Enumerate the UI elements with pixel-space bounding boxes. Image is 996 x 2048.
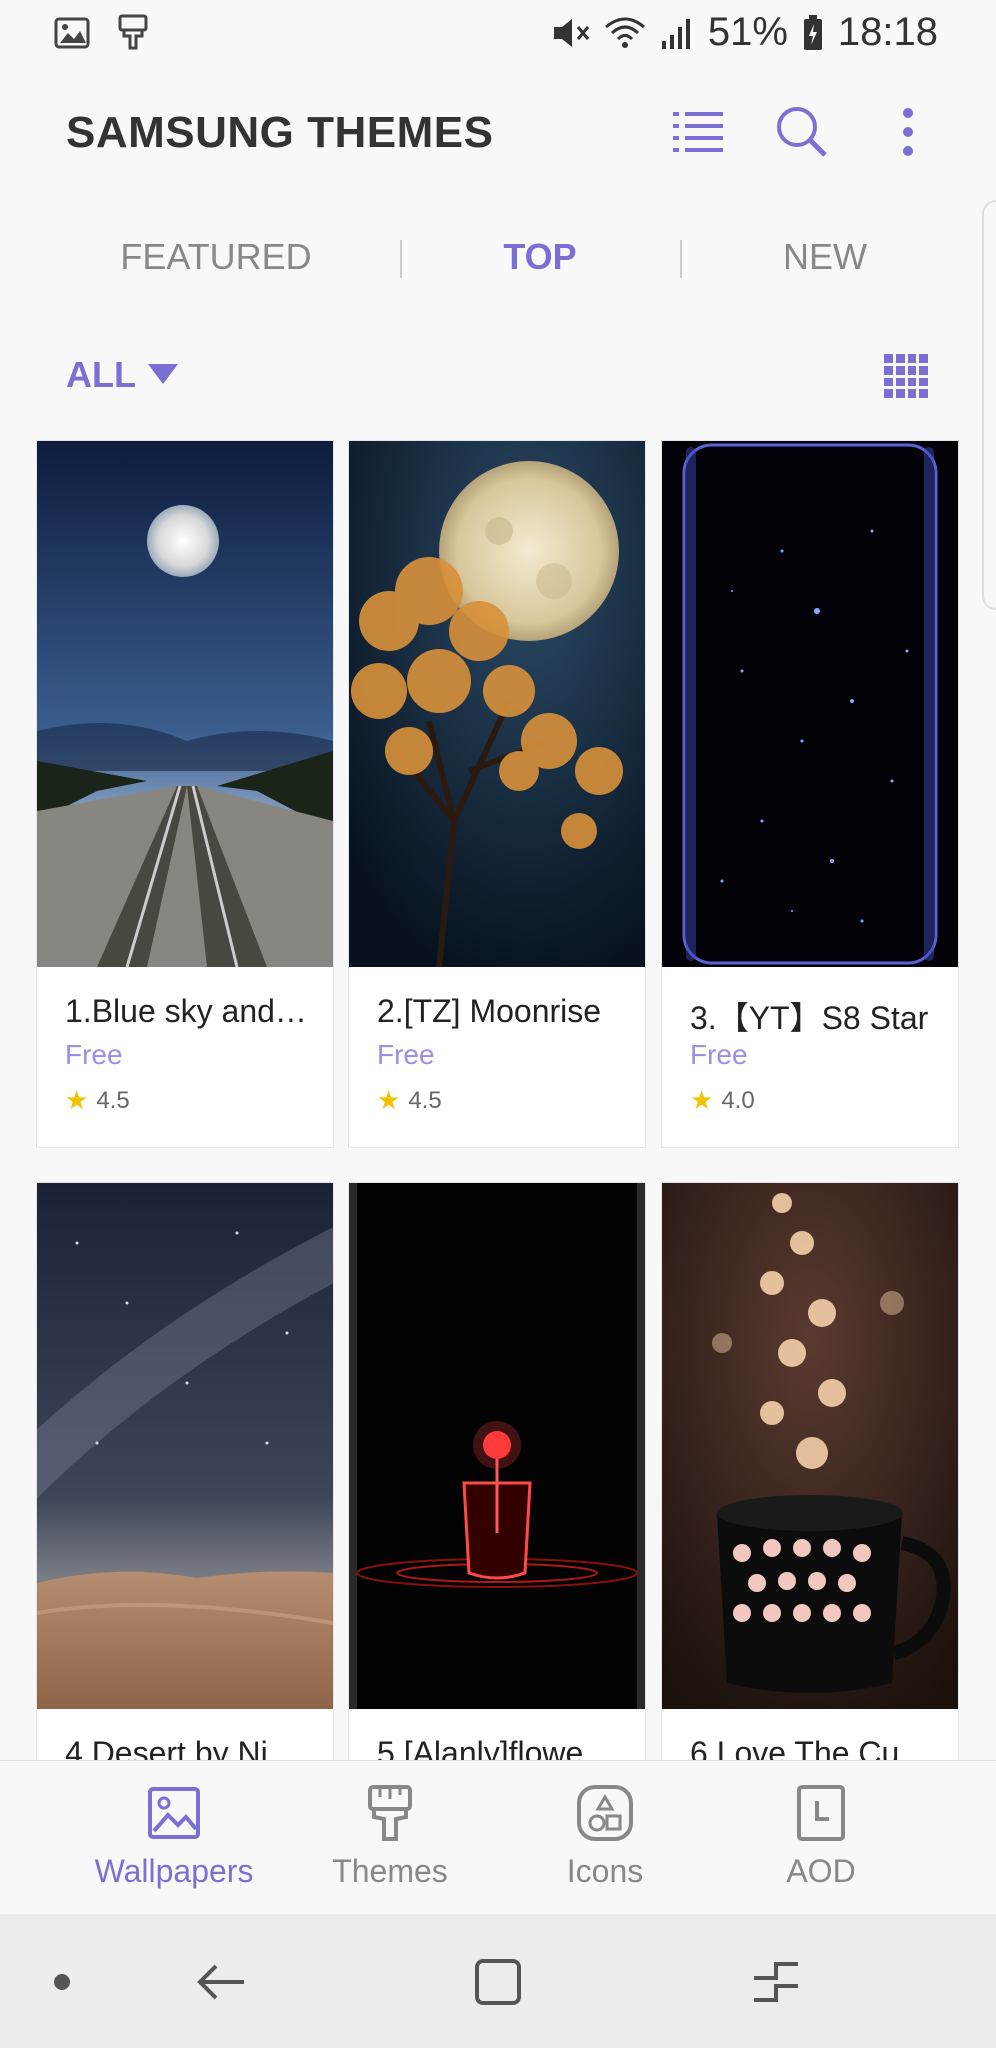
gallery-icon: [54, 17, 90, 49]
nav-icons[interactable]: Icons: [515, 1783, 695, 1890]
wallpaper-name: 4.Desert by Ni…: [65, 1735, 300, 1760]
nav-label: Icons: [566, 1853, 644, 1889]
nav-label: AOD: [786, 1853, 856, 1889]
wallpaper-thumbnail: [662, 441, 958, 967]
wallpaper-price: Free: [377, 1039, 435, 1070]
clock: 18:18: [837, 10, 938, 54]
grid-view-icon[interactable]: [884, 354, 928, 398]
chevron-down-icon[interactable]: [148, 364, 178, 384]
shapes-icon: [577, 1785, 633, 1841]
nav-aod[interactable]: AOD: [731, 1783, 911, 1890]
wallpaper-name: 2.[TZ] Moonrise: [377, 993, 602, 1029]
wallpaper-name: 6.Love The Cu…: [690, 1735, 932, 1760]
nav-wallpapers[interactable]: Wallpapers: [84, 1783, 264, 1890]
wallpaper-thumbnail: [349, 441, 645, 967]
more-vert-icon[interactable]: [876, 100, 940, 164]
wallpaper-card[interactable]: 2.[TZ] Moonrise Free ★ 4.5: [348, 440, 646, 1148]
battery-percent: 51%: [707, 10, 788, 54]
page-title: SAMSUNG THEMES: [66, 108, 494, 157]
rating: ★ 4.5: [377, 1085, 442, 1116]
rating-value: 4.5: [408, 1086, 442, 1114]
star-icon: ★: [65, 1085, 89, 1115]
wallpaper-thumbnail: [37, 1183, 333, 1709]
tab-featured[interactable]: FEATURED: [96, 236, 336, 278]
mute-icon: [553, 18, 589, 47]
category-dropdown[interactable]: ALL: [66, 354, 136, 396]
rating-value: 4.0: [721, 1086, 755, 1114]
image-icon: [148, 1787, 200, 1839]
wallpaper-thumbnail: [349, 1183, 645, 1709]
tab-divider: [680, 240, 682, 278]
nav-themes[interactable]: Themes: [300, 1783, 480, 1890]
dot-button[interactable]: [30, 1950, 94, 2014]
wallpaper-card[interactable]: 3.【YT】S8 Star Free ★ 4.0: [661, 440, 959, 1148]
home-button[interactable]: [466, 1950, 530, 2014]
star-icon: ★: [377, 1085, 401, 1115]
nav-label: Themes: [332, 1853, 448, 1889]
system-nav: [0, 1914, 996, 2048]
status-right: 51% 18:18: [550, 10, 938, 55]
wallpaper-thumbnail: [37, 441, 333, 967]
brush-icon: [368, 1785, 412, 1841]
tab-new[interactable]: NEW: [720, 236, 930, 278]
tab-top[interactable]: TOP: [440, 236, 640, 278]
wifi-icon: [604, 17, 645, 48]
wallpaper-thumbnail: [662, 1183, 958, 1709]
wallpaper-grid: 1.Blue sky and… Free ★ 4.5 2.[TZ] Moonri…: [0, 440, 996, 1760]
wallpaper-card[interactable]: 5.[Alanly]flowe…: [348, 1182, 646, 1760]
wallpaper-name: 5.[Alanly]flowe…: [377, 1735, 616, 1760]
status-bar: 51% 18:18: [0, 0, 996, 70]
wallpaper-price: Free: [65, 1039, 123, 1070]
list-icon[interactable]: [666, 100, 730, 164]
search-icon[interactable]: [770, 100, 834, 164]
wallpaper-name: 3.【YT】S8 Star: [690, 1000, 929, 1036]
recents-button[interactable]: [744, 1950, 808, 2014]
clock-icon: [797, 1785, 845, 1841]
bottom-nav: Wallpapers Themes Icons AOD: [0, 1760, 996, 1914]
wallpaper-card[interactable]: 1.Blue sky and… Free ★ 4.5: [36, 440, 334, 1148]
tab-bar: FEATURED TOP NEW: [0, 210, 996, 310]
battery-icon: [803, 14, 822, 50]
signal-icon: [661, 18, 690, 49]
nav-label: Wallpapers: [94, 1853, 254, 1889]
star-icon: ★: [690, 1085, 714, 1115]
paint-brush-icon: [118, 14, 148, 50]
rating-value: 4.5: [96, 1086, 130, 1114]
rating: ★ 4.5: [65, 1085, 130, 1116]
tab-divider: [400, 240, 402, 278]
wallpaper-price: Free: [690, 1039, 748, 1070]
wallpaper-card[interactable]: 4.Desert by Ni…: [36, 1182, 334, 1760]
wallpaper-name: 1.Blue sky and…: [65, 993, 307, 1029]
app-bar: SAMSUNG THEMES: [0, 70, 996, 200]
status-left: [54, 14, 150, 52]
rating: ★ 4.0: [690, 1085, 755, 1116]
filter-row: ALL: [0, 340, 996, 420]
back-button[interactable]: [188, 1950, 252, 2014]
wallpaper-card[interactable]: 6.Love The Cu…: [661, 1182, 959, 1760]
